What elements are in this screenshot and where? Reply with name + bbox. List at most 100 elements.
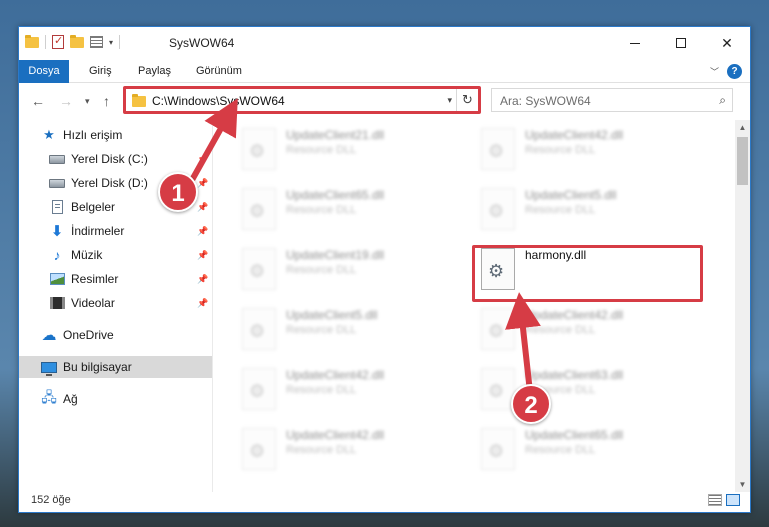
item-count: 152 öğe — [31, 494, 71, 506]
close-icon: ✕ — [721, 34, 733, 51]
toolbar-divider — [45, 35, 46, 49]
large-icons-view-icon[interactable] — [726, 494, 740, 506]
sidebar-item-videos[interactable]: Videolar 📌 — [19, 292, 212, 314]
computer-icon — [41, 360, 57, 376]
minimize-button[interactable] — [612, 27, 658, 59]
search-input[interactable]: Ara: SysWOW64 — [500, 94, 591, 108]
properties-check-icon[interactable] — [52, 34, 64, 49]
help-icon[interactable]: ? — [727, 64, 742, 79]
file-type: Resource DLL — [525, 444, 596, 456]
sidebar-item-label: OneDrive — [63, 328, 114, 342]
scroll-up-icon[interactable]: ▲ — [735, 120, 750, 135]
new-folder-icon[interactable] — [70, 34, 84, 48]
music-icon: ♪ — [53, 247, 61, 263]
scroll-thumb[interactable] — [737, 137, 748, 185]
forward-arrow-icon[interactable]: → — [59, 93, 73, 109]
file-name: UpdateClient19.dll — [286, 248, 385, 262]
window-controls: ✕ — [612, 27, 750, 59]
file-tile[interactable]: UpdateClient42.dll Resource DLL — [481, 306, 711, 364]
search-icon[interactable]: ⌕ — [719, 93, 726, 108]
window-title: SysWOW64 — [169, 36, 235, 50]
file-tile[interactable]: UpdateClient42.dll Resource DLL — [242, 366, 472, 424]
file-type: Resource DLL — [286, 324, 357, 336]
sidebar-item-music[interactable]: ♪ Müzik 📌 — [19, 244, 212, 266]
sidebar-item-downloads[interactable]: ⬇ İndirmeler 📌 — [19, 220, 212, 242]
explorer-window: ▾ SysWOW64 ✕ Dosya Giriş Paylaş Görünüm … — [18, 26, 751, 513]
file-name: UpdateClient42.dll — [525, 308, 624, 322]
file-tile[interactable]: UpdateClient42.dll Resource DLL — [242, 426, 472, 484]
back-arrow-icon[interactable]: ← — [31, 93, 45, 109]
file-type: Resource DLL — [286, 204, 357, 216]
details-view-icon[interactable] — [708, 494, 722, 506]
pin-icon[interactable]: 📌 — [197, 274, 208, 285]
close-button[interactable]: ✕ — [704, 27, 750, 59]
dll-file-icon — [242, 428, 276, 470]
file-type: Resource DLL — [525, 324, 596, 336]
pin-icon[interactable]: 📌 — [197, 202, 208, 213]
pin-icon[interactable]: 📌 — [197, 250, 208, 261]
file-type: Resource DLL — [525, 144, 596, 156]
navigation-bar: ← → ▾ ↑ C:\Windows\SysWOW64 ▾ ↻ Ara: Sys… — [19, 84, 750, 118]
recent-locations-icon[interactable]: ▾ — [85, 96, 90, 107]
pin-icon[interactable]: 📌 — [197, 154, 208, 165]
sidebar-item-label: Yerel Disk (D:) — [71, 176, 148, 190]
dll-file-icon — [481, 188, 515, 230]
sidebar-item-label: Hızlı erişim — [63, 128, 123, 142]
pictures-icon — [49, 272, 65, 286]
file-tile[interactable]: UpdateClient5.dll Resource DLL — [242, 306, 472, 364]
rename-icon[interactable] — [90, 36, 103, 48]
tab-share[interactable]: Paylaş — [138, 60, 171, 83]
sidebar-item-quick-access[interactable]: ★ Hızlı erişim — [19, 124, 212, 146]
sidebar-item-network[interactable]: 🖧 Ağ — [19, 388, 212, 410]
file-tile[interactable]: UpdateClient5.dll Resource DLL — [481, 186, 711, 244]
status-bar: 152 öğe — [19, 490, 750, 512]
sidebar-item-onedrive[interactable]: ☁ OneDrive — [19, 324, 212, 346]
file-name: UpdateClient21.dll — [286, 128, 385, 142]
ribbon-tabs: Dosya Giriş Paylaş Görünüm ﹀ ? — [19, 60, 750, 83]
disk-icon — [49, 176, 65, 190]
file-type: Resource DLL — [286, 144, 357, 156]
download-icon: ⬇ — [50, 223, 64, 240]
videos-icon — [49, 296, 65, 310]
file-tile[interactable]: UpdateClient21.dll Resource DLL — [242, 126, 472, 184]
title-bar: ▾ SysWOW64 ✕ — [19, 27, 750, 60]
sidebar-item-this-pc[interactable]: Bu bilgisayar — [19, 356, 212, 378]
disk-icon — [49, 152, 65, 166]
file-tile[interactable]: UpdateClient65.dll Resource DLL — [242, 186, 472, 244]
document-icon — [49, 200, 65, 214]
sidebar-item-label: Belgeler — [71, 200, 116, 214]
pin-icon[interactable]: 📌 — [197, 226, 208, 237]
sidebar-item-label: Müzik — [71, 248, 103, 262]
pin-icon[interactable]: 📌 — [197, 178, 208, 189]
sidebar-item-disk-c[interactable]: Yerel Disk (C:) 📌 — [19, 148, 212, 170]
quick-access-toolbar: ▾ — [25, 34, 121, 49]
view-buttons — [708, 494, 740, 506]
file-type: Resource DLL — [286, 444, 357, 456]
dll-file-icon — [242, 368, 276, 410]
sidebar-item-pictures[interactable]: Resimler 📌 — [19, 268, 212, 290]
dll-file-icon — [242, 128, 276, 170]
dll-file-icon — [242, 188, 276, 230]
file-tile[interactable]: UpdateClient19.dll Resource DLL — [242, 246, 472, 304]
sidebar-item-label: Resimler — [71, 272, 119, 286]
tab-file[interactable]: Dosya — [19, 60, 69, 83]
address-highlight-box — [123, 86, 481, 114]
step-1-badge: 1 — [158, 172, 198, 212]
step-2-badge: 2 — [511, 384, 551, 424]
search-box[interactable]: Ara: SysWOW64 ⌕ — [491, 88, 733, 112]
expand-ribbon-icon[interactable]: ﹀ — [710, 65, 719, 78]
maximize-button[interactable] — [658, 27, 704, 59]
file-name: UpdateClient63.dll — [525, 368, 624, 382]
sidebar-item-label: Bu bilgisayar — [63, 360, 132, 374]
vertical-scrollbar[interactable]: ▲ ▼ — [735, 120, 750, 492]
up-arrow-icon[interactable]: ↑ — [103, 93, 110, 109]
pin-icon[interactable]: 📌 — [197, 298, 208, 309]
customize-toolbar-icon[interactable]: ▾ — [109, 38, 113, 47]
file-tile[interactable]: UpdateClient42.dll Resource DLL — [481, 126, 711, 184]
file-type: Resource DLL — [286, 264, 357, 276]
file-type: Resource DLL — [525, 204, 596, 216]
file-tile[interactable]: UpdateClient65.dll Resource DLL — [481, 426, 711, 484]
tab-view[interactable]: Görünüm — [196, 60, 242, 83]
file-type: Resource DLL — [286, 384, 357, 396]
tab-home[interactable]: Giriş — [89, 60, 112, 83]
